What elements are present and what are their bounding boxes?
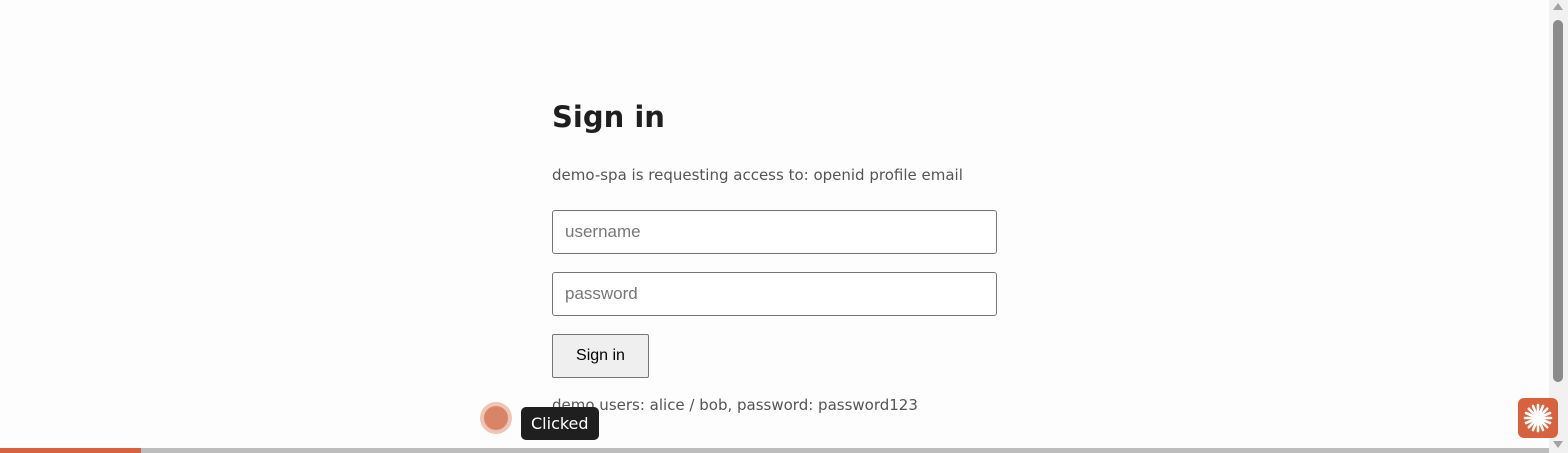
access-request-text: demo-spa is requesting access to: openid…: [552, 166, 963, 184]
scroll-down-arrow-icon[interactable]: [1553, 441, 1563, 448]
page-title: Sign in: [552, 100, 665, 134]
progress-fill: [0, 448, 141, 453]
clicked-tooltip: Clicked: [521, 407, 599, 440]
scroll-up-arrow-icon[interactable]: [1553, 3, 1563, 10]
page: Sign in demo-spa is requesting access to…: [0, 0, 1568, 453]
assistant-button[interactable]: [1518, 398, 1558, 438]
sparkle-icon: [1523, 403, 1553, 433]
scrollbar-thumb[interactable]: [1553, 20, 1563, 382]
progress-bar: [0, 448, 1549, 453]
sign-in-button[interactable]: Sign in: [552, 334, 649, 378]
password-input[interactable]: [552, 272, 997, 316]
vertical-scrollbar[interactable]: [1549, 0, 1568, 453]
demo-users-hint: demo users: alice / bob, password: passw…: [552, 396, 918, 414]
username-input[interactable]: [552, 210, 997, 254]
click-indicator: [480, 402, 512, 434]
